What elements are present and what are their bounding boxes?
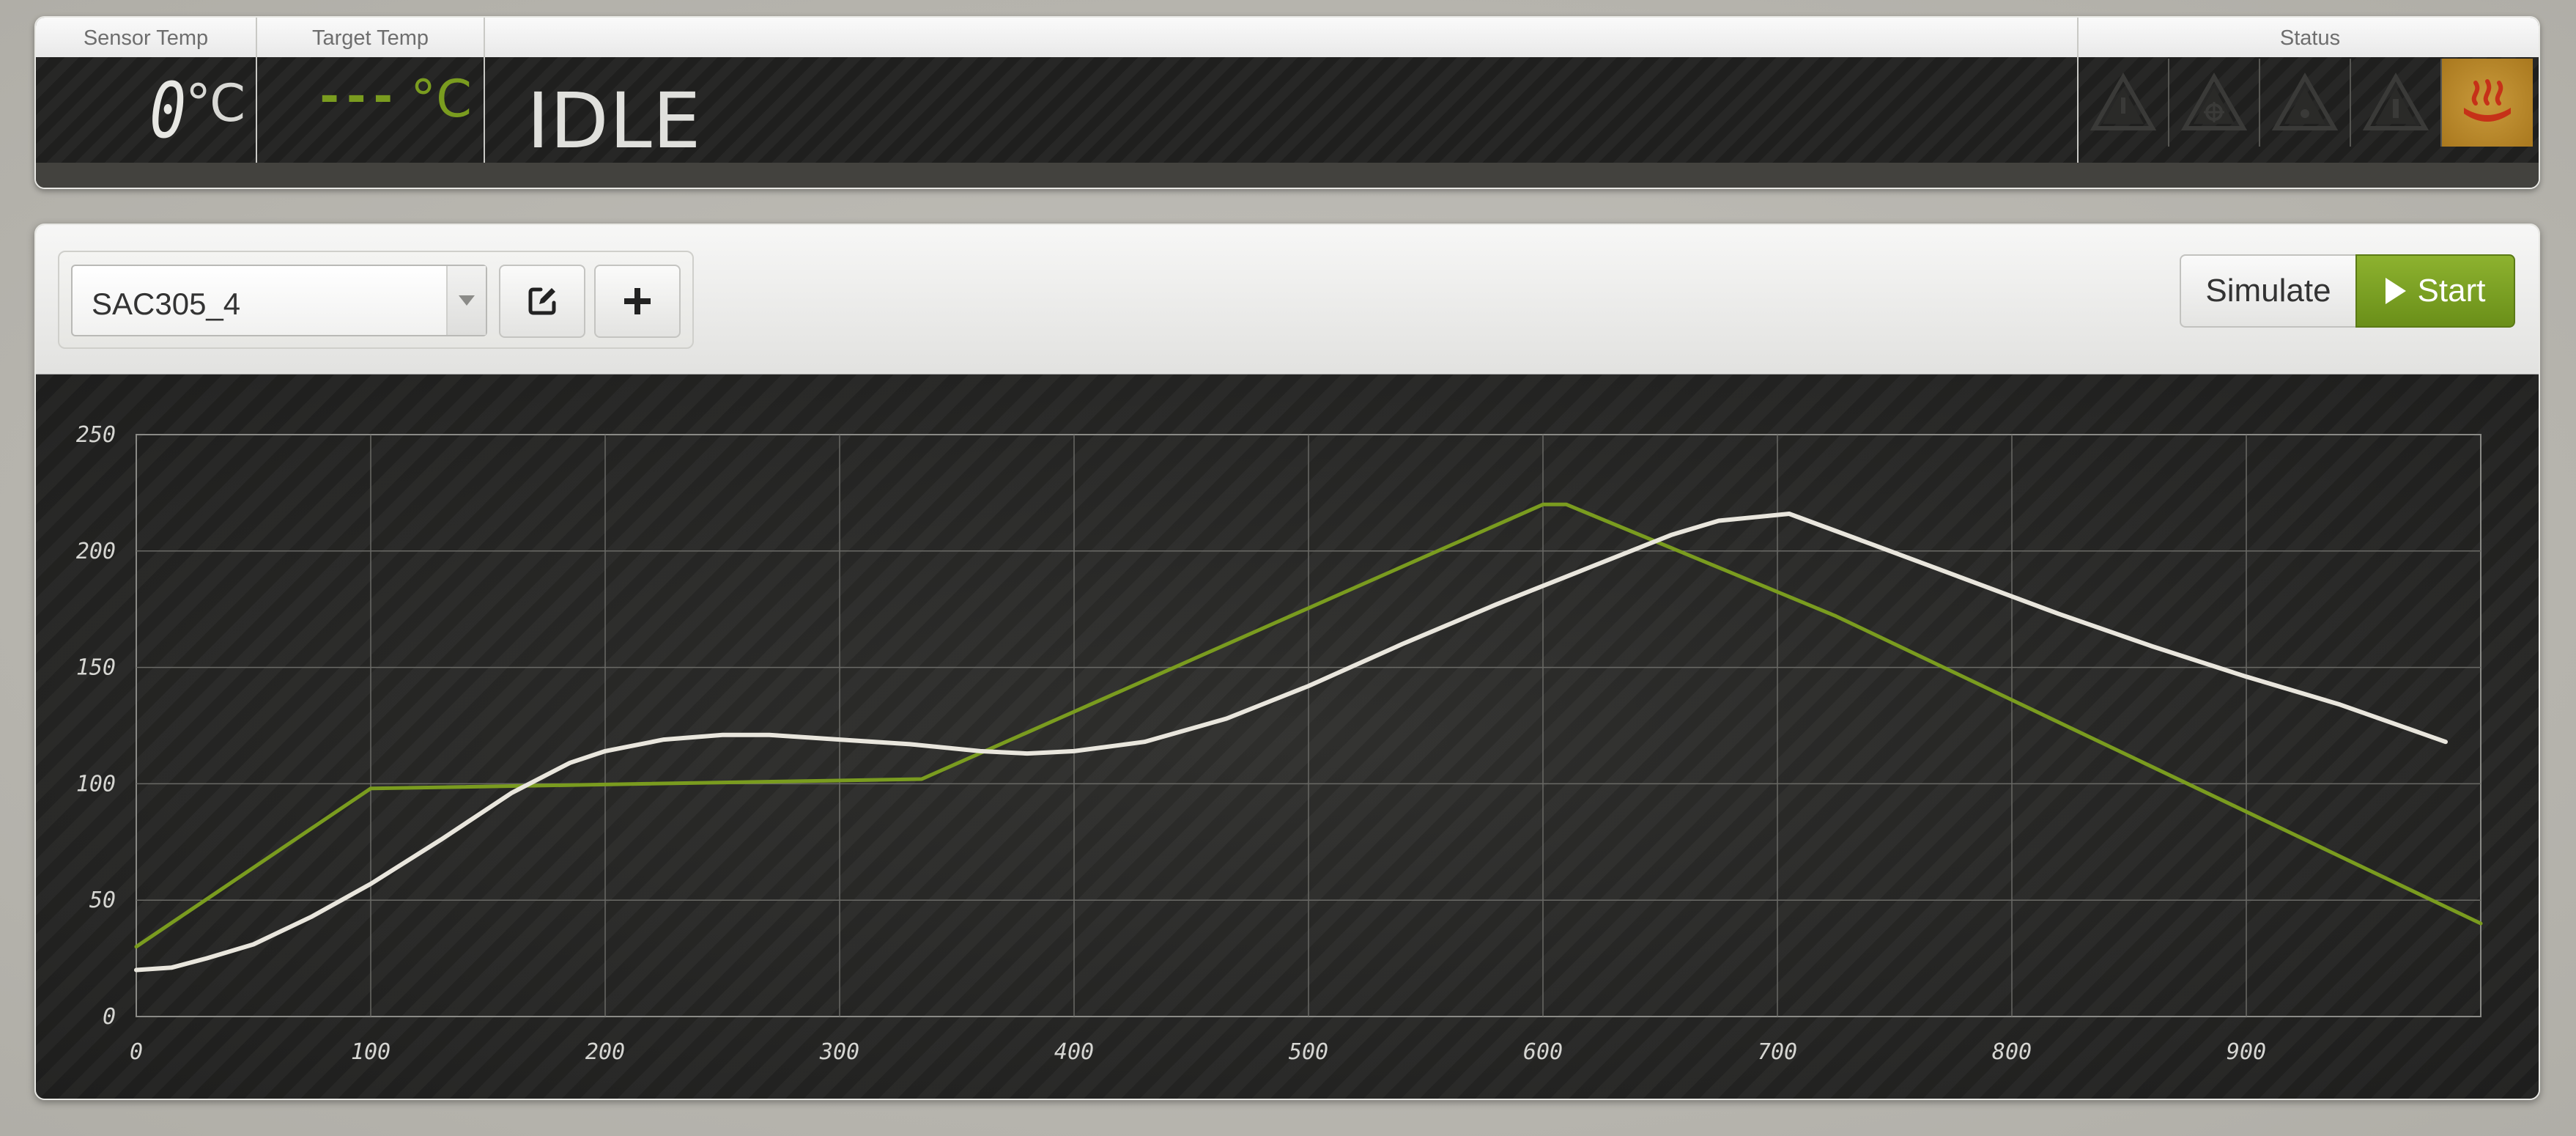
profile-select[interactable]: SAC305_4: [71, 265, 487, 336]
edit-profile-button[interactable]: [499, 265, 585, 338]
status-icons: [2079, 57, 2533, 163]
profile-controls: SAC305_4: [58, 251, 694, 349]
chevron-down-icon: [459, 295, 475, 306]
sensor-temp-column: Sensor Temp 0°C: [36, 18, 257, 163]
start-label: Start: [2417, 273, 2486, 309]
plus-icon: [624, 288, 651, 314]
y-tick-label: 250: [76, 422, 116, 448]
x-tick-label: 100: [351, 1039, 391, 1065]
y-tick-label: 0: [103, 1004, 116, 1030]
fan-icon: [2169, 59, 2260, 147]
edit-icon: [528, 287, 556, 315]
add-profile-button[interactable]: [594, 265, 681, 338]
door-icon: [2351, 59, 2442, 147]
x-tick-label: 300: [819, 1039, 859, 1065]
status-panel-footer: [36, 163, 2539, 188]
start-button[interactable]: Start: [2355, 254, 2515, 328]
y-tick-label: 150: [76, 655, 116, 681]
play-icon: [2385, 278, 2406, 304]
x-tick-label: 0: [130, 1039, 143, 1065]
oven-state: IDLE: [527, 76, 702, 166]
x-tick-label: 600: [1523, 1039, 1563, 1065]
warning-icon: [2079, 59, 2169, 147]
x-tick-label: 200: [585, 1039, 625, 1065]
x-tick-label: 700: [1758, 1039, 1797, 1065]
heater-icon: [2442, 59, 2533, 147]
sensor-temp-value: 0: [149, 66, 187, 155]
profile-chart: 0 100 200 300 400 500 600 700 800 900 0 50 100 150 200…: [36, 375, 2539, 1099]
x-tick-label: 800: [1992, 1039, 2032, 1065]
target-temp-value: ---: [319, 70, 401, 124]
status-panel: Sensor Temp 0°C Target Temp --- °C IDLE S…: [34, 16, 2540, 189]
profile-panel: SAC305_4 Simulate Start 0 100 200 300 40…: [34, 224, 2540, 1100]
simulate-label: Simulate: [2205, 273, 2331, 309]
sensor-temp-unit: °C: [185, 73, 245, 133]
x-tick-label: 900: [2227, 1039, 2266, 1065]
alert-icon: [2260, 59, 2351, 147]
x-tick-label: 500: [1289, 1039, 1328, 1065]
sensor-temp-label: Sensor Temp: [83, 26, 209, 50]
target-temp-label: Target Temp: [311, 26, 429, 50]
chart-svg: 0 100 200 300 400 500 600 700 800 900 0 50 100 150 200…: [76, 422, 2483, 1065]
target-temp-readout: --- °C: [319, 69, 472, 129]
sensor-temp-readout: 0°C: [145, 66, 245, 155]
x-tick-label: 400: [1054, 1039, 1094, 1065]
y-tick-label: 200: [76, 539, 116, 564]
select-dropdown-button[interactable]: [446, 266, 486, 335]
y-tick-label: 50: [89, 888, 116, 913]
profile-select-value: SAC305_4: [92, 287, 241, 321]
y-tick-label: 100: [76, 771, 116, 797]
target-temp-column: Target Temp --- °C: [257, 18, 485, 163]
status-label: Status: [2279, 26, 2341, 50]
target-temp-unit: °C: [410, 69, 472, 129]
simulate-button[interactable]: Simulate: [2180, 254, 2355, 328]
profile-toolbar: SAC305_4 Simulate Start: [36, 225, 2539, 375]
